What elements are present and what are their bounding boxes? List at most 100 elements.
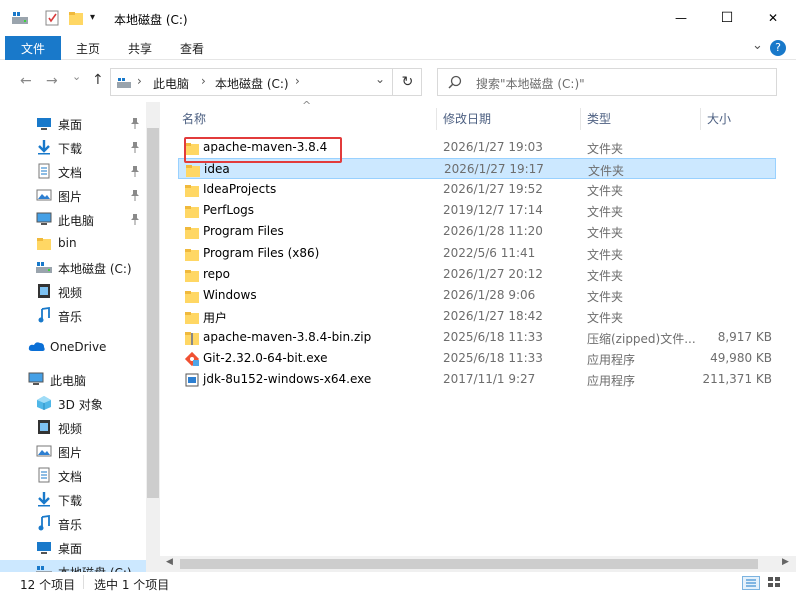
sidebar-item-label: 下载 [58, 494, 83, 508]
sidebar-item-18[interactable]: 桌面 [0, 536, 146, 558]
sidebar-item-11[interactable]: 此电脑 [0, 368, 146, 390]
zip-icon [184, 330, 199, 345]
download-icon [36, 491, 52, 507]
sidebar-item-4[interactable]: 图片 [0, 184, 146, 206]
sidebar-item-14[interactable]: 图片 [0, 440, 146, 462]
sidebar-item-15[interactable]: 文档 [0, 464, 146, 486]
sidebar-item-1[interactable]: 桌面 [0, 112, 146, 134]
ribbon-expand-icon[interactable]: ⌄ [752, 38, 763, 53]
pin-icon[interactable] [130, 189, 140, 204]
folder-icon [36, 235, 52, 251]
column-header-size[interactable]: 大小 [707, 110, 731, 130]
file-type: 文件夹 [587, 184, 624, 199]
search-input[interactable]: 搜索"本地磁盘 (C:)" [437, 68, 777, 96]
table-row[interactable]: Program Files (x86) 2022/5/6 11:41 文件夹 [178, 243, 776, 264]
column-header-date[interactable]: 修改日期 [443, 110, 491, 130]
file-type: 文件夹 [588, 164, 625, 179]
folder-icon [184, 309, 199, 324]
file-name: repo [203, 266, 231, 281]
scroll-right-icon[interactable]: ▶ [782, 557, 789, 567]
file-name: apache-maven-3.8.4-bin.zip [203, 329, 372, 344]
tab-file[interactable]: 文件 [5, 36, 61, 60]
forward-button[interactable]: → [46, 73, 58, 89]
table-row[interactable]: Program Files 2026/1/28 11:20 文件夹 [178, 221, 776, 242]
address-bar[interactable]: › 此电脑 › 本地磁盘 (C:) › ⌄ [110, 68, 422, 96]
column-divider[interactable] [580, 108, 581, 130]
quick-access-dropdown-icon[interactable]: ▾ [90, 12, 95, 23]
sidebar-item-12[interactable]: 3D 对象 [0, 392, 146, 414]
file-date: 2026/1/27 19:03 [443, 140, 543, 154]
file-type: 文件夹 [587, 226, 624, 241]
sidebar-item-3[interactable]: 文档 [0, 160, 146, 182]
table-row[interactable]: Git-2.32.0-64-bit.exe 2025/6/18 11:33 应用程序… [178, 348, 776, 369]
sidebar-item-8[interactable]: 视频 [0, 280, 146, 302]
help-icon[interactable]: ? [770, 40, 786, 56]
item-count: 12 个项目 [20, 578, 76, 592]
new-folder-icon[interactable] [68, 10, 84, 26]
table-row[interactable]: apache-maven-3.8.4-bin.zip 2025/6/18 11:3… [178, 327, 776, 348]
pin-icon[interactable] [130, 141, 140, 156]
sidebar-item-9[interactable]: 音乐 [0, 304, 146, 326]
table-row[interactable]: Windows 2026/1/28 9:06 文件夹 [178, 285, 776, 306]
sidebar-item-label: 桌面 [58, 542, 83, 556]
table-row[interactable]: 用户 2026/1/27 18:42 文件夹 [178, 306, 776, 327]
close-button[interactable]: ✕ [750, 0, 796, 36]
sidebar-item-label: 桌面 [58, 118, 83, 132]
sidebar-item-17[interactable]: 音乐 [0, 512, 146, 534]
navigation-pane: 桌面 下载 文档 图片 此电脑 bin 本地磁盘 (C:) 视频 音乐 OneDrive 此电脑 3D… [0, 102, 160, 582]
file-type: 文件夹 [587, 142, 624, 156]
table-row[interactable]: jdk-8u152-windows-x64.exe 2017/11/1 9:27 应… [178, 369, 776, 390]
maximize-button[interactable]: ☐ [704, 0, 750, 36]
breadcrumb-local-disk[interactable]: 本地磁盘 (C:) [215, 75, 289, 92]
up-button[interactable]: ↑ [92, 72, 104, 88]
column-header-type[interactable]: 类型 [587, 110, 611, 130]
column-divider[interactable] [700, 108, 701, 130]
tab-share[interactable]: 共享 [118, 36, 162, 60]
sidebar-item-16[interactable]: 下载 [0, 488, 146, 510]
sidebar-item-10[interactable]: OneDrive [0, 336, 146, 358]
recent-locations-button[interactable]: ⌄ [72, 70, 81, 83]
sidebar-item-7[interactable]: 本地磁盘 (C:) [0, 256, 146, 278]
sidebar-scrollbar-thumb[interactable] [147, 128, 159, 498]
tab-home[interactable]: 主页 [66, 36, 110, 60]
properties-icon[interactable] [44, 10, 60, 26]
pin-icon[interactable] [130, 165, 140, 180]
back-button[interactable]: ← [20, 73, 32, 89]
table-row[interactable]: PerfLogs 2019/12/7 17:14 文件夹 [178, 200, 776, 221]
pin-icon[interactable] [130, 117, 140, 132]
pin-icon[interactable] [130, 213, 140, 228]
sidebar-item-2[interactable]: 下载 [0, 136, 146, 158]
file-name: idea [204, 162, 230, 177]
column-header-name[interactable]: 名称 [182, 110, 206, 130]
table-row[interactable]: IdeaProjects 2026/1/27 19:52 文件夹 [178, 179, 776, 200]
file-type: 文件夹 [587, 268, 624, 283]
column-divider[interactable] [436, 108, 437, 130]
scroll-left-icon[interactable]: ◀ [166, 557, 173, 567]
breadcrumb-sep[interactable]: › [201, 74, 206, 88]
breadcrumb-this-pc[interactable]: 此电脑 [153, 75, 189, 92]
file-name: Windows [203, 287, 257, 302]
tab-view[interactable]: 查看 [170, 36, 214, 60]
annotation-highlight-box [184, 137, 342, 163]
refresh-button[interactable]: ↻ [392, 68, 422, 96]
breadcrumb-sep[interactable]: › [137, 74, 142, 88]
sidebar-item-label: 文档 [58, 166, 83, 180]
address-dropdown-icon[interactable]: ⌄ [375, 72, 385, 86]
computer-icon [28, 371, 44, 387]
folder-icon [184, 288, 199, 303]
horizontal-scrollbar-thumb[interactable] [180, 559, 758, 569]
table-row[interactable]: repo 2026/1/27 20:12 文件夹 [178, 264, 776, 285]
search-placeholder: 搜索"本地磁盘 (C:)" [476, 77, 585, 91]
search-icon [448, 75, 462, 92]
git-icon [184, 351, 200, 367]
large-icons-view-icon[interactable] [766, 576, 784, 590]
sidebar-item-label: 视频 [58, 422, 83, 436]
sidebar-item-5[interactable]: 此电脑 [0, 208, 146, 230]
sidebar-item-6[interactable]: bin [0, 232, 146, 254]
sidebar-item-13[interactable]: 视频 [0, 416, 146, 438]
minimize-button[interactable]: — [658, 0, 704, 36]
details-view-icon[interactable] [742, 576, 760, 590]
picture-icon [36, 187, 52, 203]
breadcrumb-sep[interactable]: › [295, 74, 300, 88]
sidebar-item-label: 音乐 [58, 518, 83, 532]
